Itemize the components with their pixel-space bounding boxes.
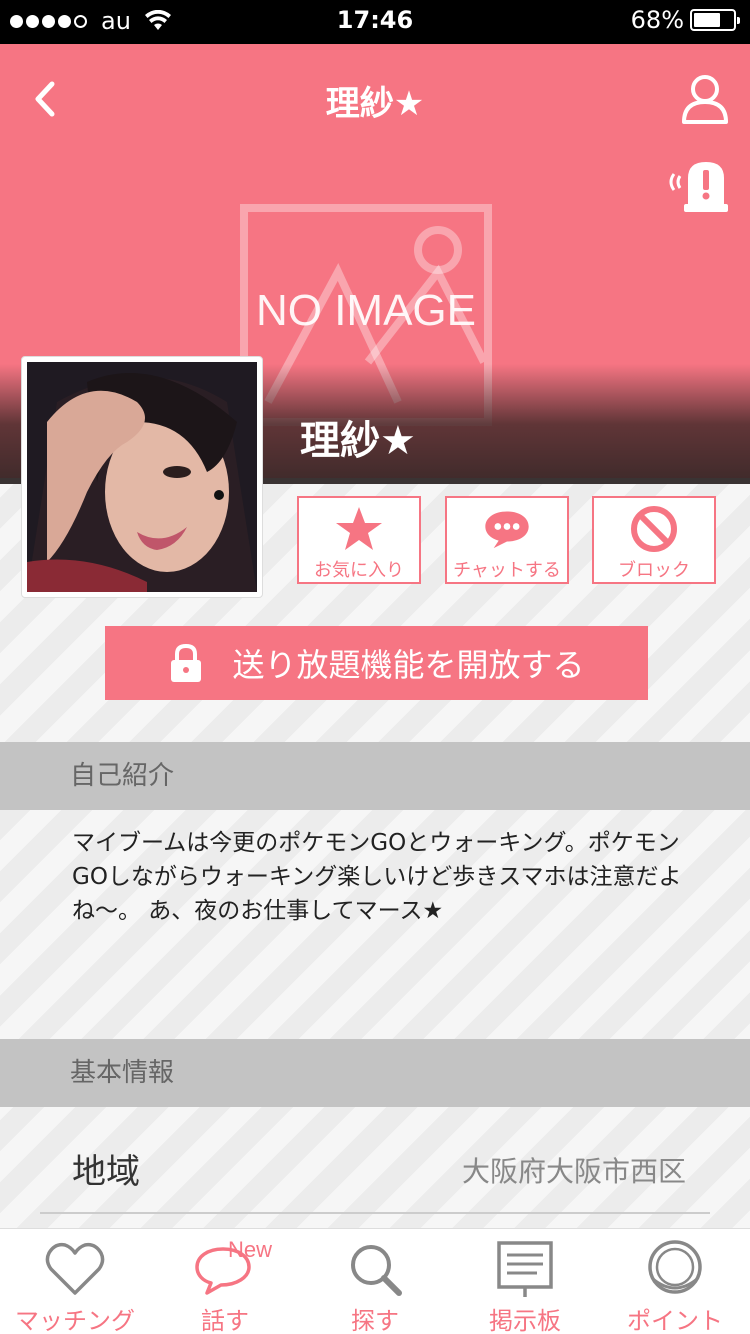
- info-row-region: 地域 大阪府大阪市西区: [40, 1130, 710, 1214]
- info-row-value: 大阪府大阪市西区: [461, 1155, 686, 1188]
- star-icon: [336, 507, 382, 550]
- battery-icon: [690, 9, 740, 31]
- tab-label: 話す: [201, 1307, 249, 1334]
- tab-bar: マッチング New 話す 探す 掲示板 ポイント: [0, 1228, 750, 1334]
- heart-icon: [45, 1242, 105, 1295]
- chat-bubble-icon: [485, 511, 529, 549]
- basic-info-section-heading: 基本情報: [0, 1039, 750, 1107]
- tab-label: 掲示板: [489, 1307, 561, 1334]
- block-label: ブロック: [618, 560, 690, 581]
- chat-label: チャットする: [453, 560, 561, 581]
- tab-board[interactable]: 掲示板: [450, 1229, 600, 1334]
- tab-label: マッチング: [15, 1307, 135, 1334]
- chat-button[interactable]: チャットする: [445, 496, 569, 584]
- info-row-label: 地域: [72, 1152, 140, 1192]
- unlock-label: 送り放題機能を開放する: [232, 646, 585, 684]
- tab-talk[interactable]: New 話す: [150, 1229, 300, 1334]
- tab-points[interactable]: ポイント: [600, 1229, 750, 1334]
- tab-matching[interactable]: マッチング: [0, 1229, 150, 1334]
- no-image-text: NO IMAGE: [255, 286, 477, 335]
- coin-icon: [648, 1240, 702, 1294]
- unlock-unlimited-button[interactable]: 送り放題機能を開放する: [105, 626, 648, 700]
- intro-section-heading: 自己紹介: [0, 742, 750, 810]
- board-icon: [497, 1241, 553, 1297]
- lock-icon: [171, 643, 202, 682]
- block-button[interactable]: ブロック: [592, 496, 716, 584]
- alert-siren-icon: [669, 162, 728, 212]
- block-icon: [631, 506, 677, 552]
- tab-label: 探す: [351, 1307, 399, 1334]
- search-icon: [351, 1245, 402, 1296]
- battery-percent: 68%: [630, 6, 684, 34]
- avatar[interactable]: [21, 356, 263, 598]
- new-badge: New: [228, 1237, 273, 1262]
- favorite-label: お気に入り: [314, 560, 404, 581]
- tab-label: ポイント: [627, 1307, 723, 1334]
- tab-search[interactable]: 探す: [300, 1229, 450, 1334]
- page-title: 理紗★: [325, 84, 425, 124]
- status-bar: au 17:46 68%: [0, 0, 750, 44]
- favorite-button[interactable]: お気に入り: [297, 496, 421, 584]
- intro-text: マイブームは今更のポケモンGOとウォーキング。ポケモンGOしながらウォーキング楽…: [72, 830, 682, 924]
- user-icon: [682, 75, 728, 124]
- profile-photo: [27, 362, 257, 592]
- user-button[interactable]: [680, 72, 730, 126]
- profile-name: 理紗★: [300, 418, 416, 464]
- report-button[interactable]: [666, 156, 730, 216]
